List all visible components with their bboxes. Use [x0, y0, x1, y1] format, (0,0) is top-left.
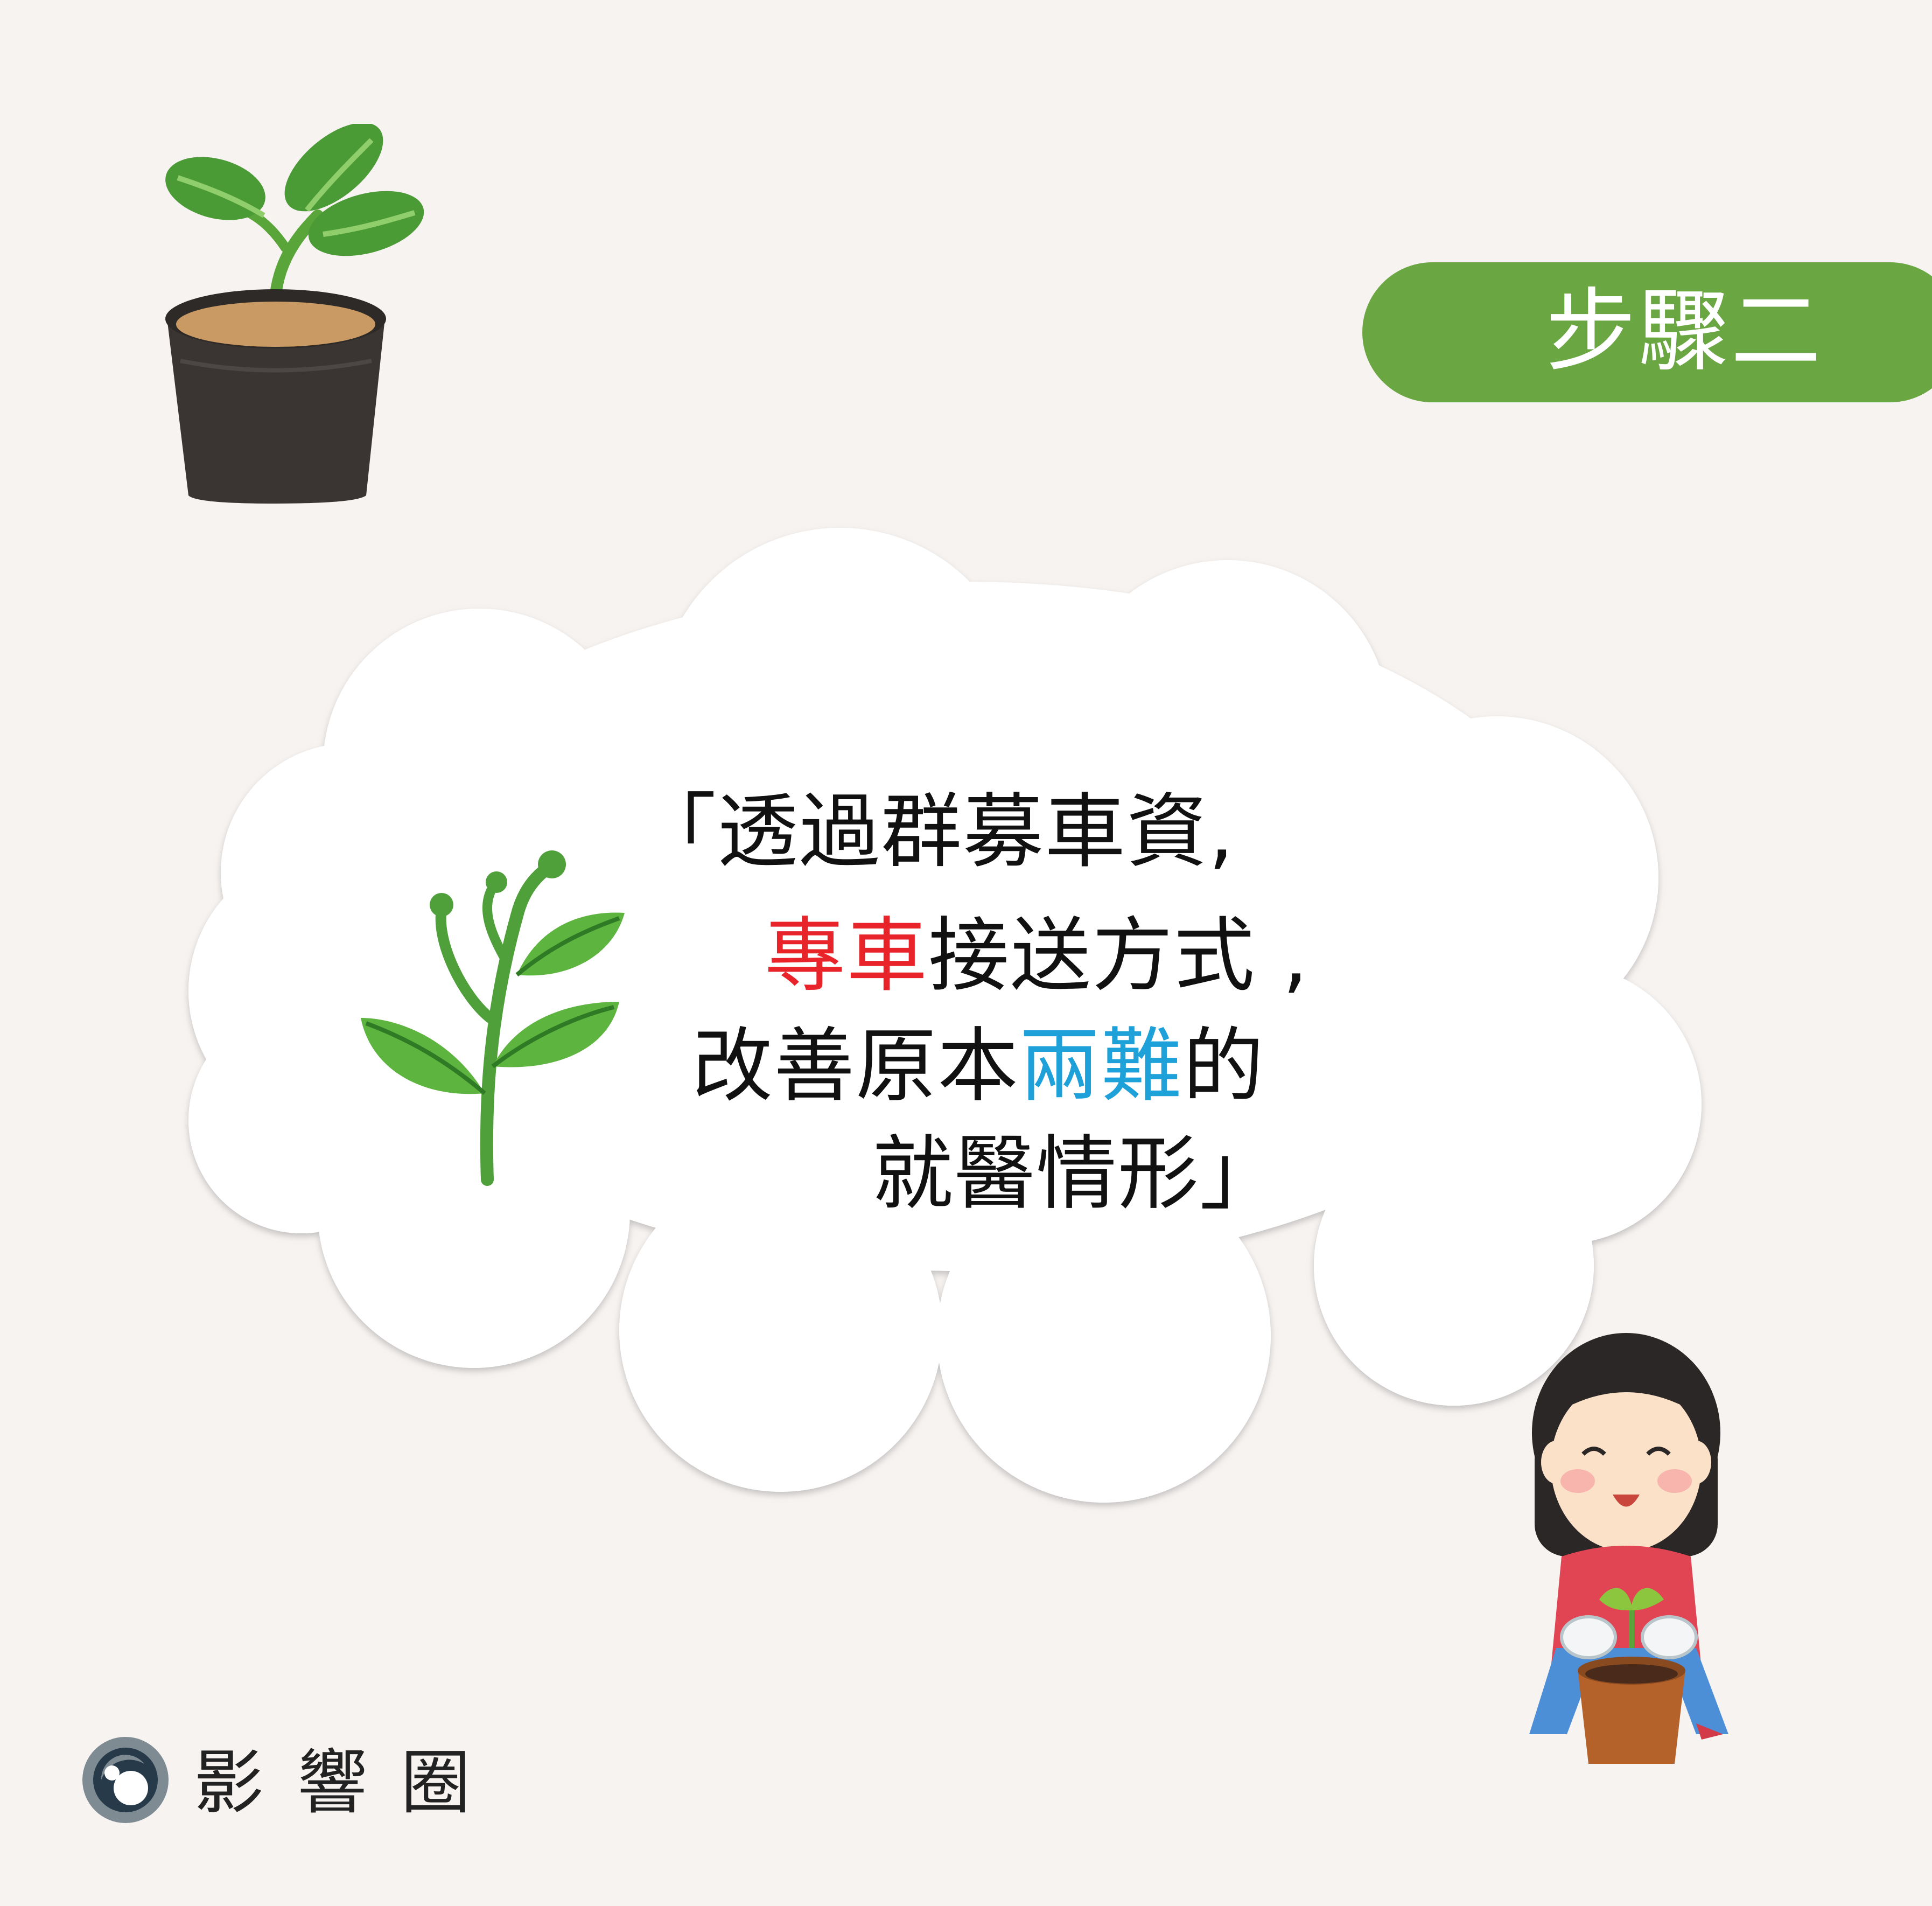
- brand-name: 影響圈: [194, 1742, 505, 1824]
- highlight-blue: 兩難: [1019, 1020, 1184, 1113]
- step-label: 步驟二: [1545, 278, 1823, 384]
- highlight-red: 專車: [765, 909, 929, 1003]
- quote-line-1: 「透過群募車資,: [635, 785, 1235, 879]
- quote-line-3-start: 改善原本: [692, 1020, 1020, 1113]
- quote-line-3-end: 的: [1183, 1020, 1265, 1113]
- brand-logo-icon: [82, 1737, 169, 1823]
- quote-line-4: 就醫情形」: [872, 1127, 1282, 1221]
- potted-seedling-icon: [165, 124, 424, 504]
- quote-line-2-rest: 接送方式 ,: [928, 909, 1310, 1003]
- gardener-girl-illustration: [1529, 1333, 1728, 1764]
- sprout-icon: [361, 850, 625, 1186]
- quote-line-3: 改善原本兩難的: [692, 1015, 1265, 1118]
- quote-line-2: 專車接送方式 ,: [765, 905, 1309, 1007]
